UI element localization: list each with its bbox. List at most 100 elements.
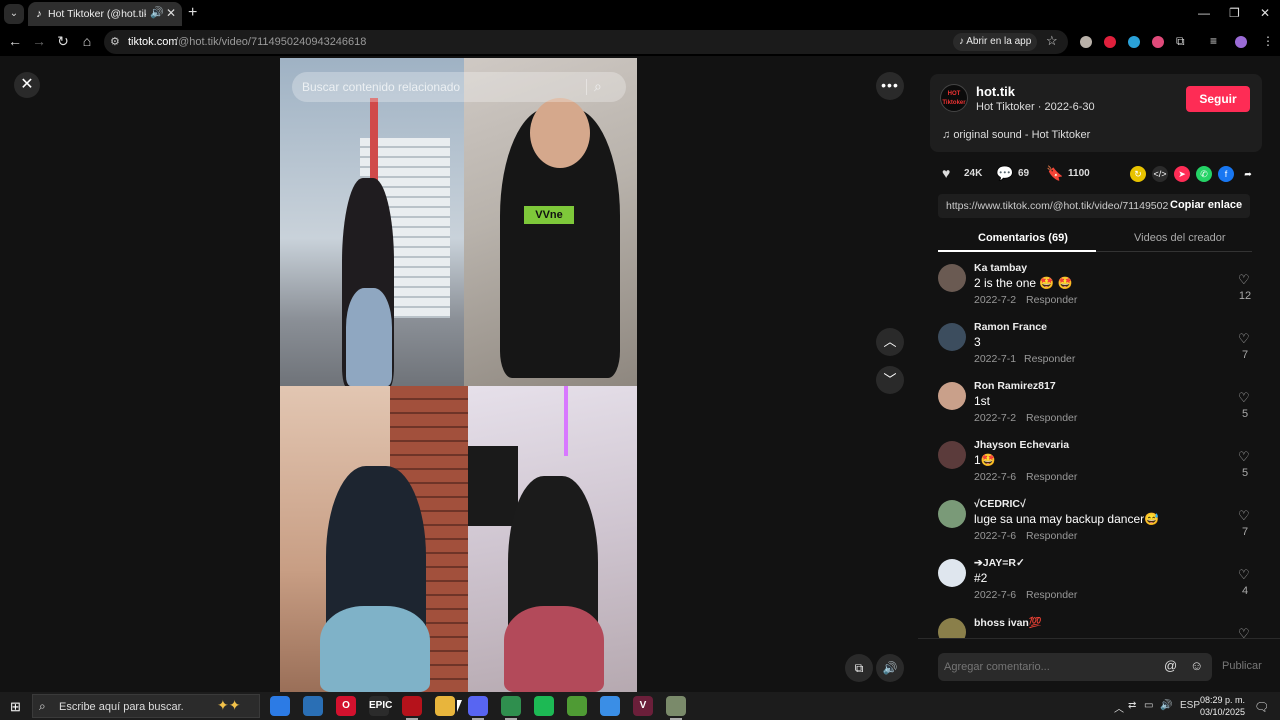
tab-search-button[interactable]: ⌄ — [4, 4, 24, 24]
reading-list-icon[interactable]: ≡ — [1210, 34, 1217, 48]
reply-button[interactable]: Responder — [1026, 471, 1077, 483]
extension-1-icon[interactable] — [1080, 36, 1092, 48]
epic-games-app-icon[interactable]: EPIC — [369, 696, 392, 716]
file-explorer-app-icon[interactable] — [435, 696, 455, 716]
vegas-app-icon[interactable]: V — [633, 696, 653, 716]
reply-button[interactable]: Responder — [1026, 530, 1077, 542]
publish-button[interactable]: Publicar — [1222, 660, 1262, 672]
more-options-button[interactable]: ••• — [876, 72, 904, 100]
commenter-name[interactable]: Ramon France — [974, 321, 1047, 333]
menu-kebab-icon[interactable]: ⋮ — [1262, 34, 1274, 48]
mention-at-icon[interactable]: @ — [1164, 658, 1177, 673]
commenter-name[interactable]: √CEDRIC√ — [974, 498, 1026, 510]
taskbar-search-box[interactable]: ⌕ Escribe aquí para buscar. ✦✦ — [32, 694, 260, 718]
site-info-icon[interactable]: ⚙ — [110, 35, 120, 48]
copilot-app-icon[interactable] — [270, 696, 290, 716]
commenter-name[interactable]: Ka tambay — [974, 262, 1027, 274]
tab-close-icon[interactable]: ✕ — [166, 6, 176, 20]
follow-button[interactable]: Seguir — [1186, 86, 1250, 112]
spotify-app-icon[interactable] — [534, 696, 554, 716]
photos-app-icon[interactable] — [666, 696, 686, 716]
extension-4-icon[interactable] — [1152, 36, 1164, 48]
messenger-app-icon[interactable] — [600, 696, 620, 716]
comment-bubble-icon[interactable]: 💬 — [996, 165, 1013, 182]
back-button[interactable]: ← — [6, 33, 24, 49]
chrome-app-icon[interactable] — [501, 696, 521, 716]
reply-button[interactable]: Responder — [1024, 353, 1075, 365]
repost-icon[interactable]: ↻ — [1130, 166, 1146, 182]
facebook-icon[interactable]: f — [1218, 166, 1234, 182]
commenter-name[interactable]: Ron Ramirez817 — [974, 380, 1056, 392]
monitor-icon[interactable]: ▭ — [1144, 700, 1153, 711]
send-to-friends-icon[interactable]: ➤ — [1174, 166, 1190, 182]
bookmark-icon[interactable]: 🔖 — [1046, 165, 1063, 182]
extensions-puzzle-icon[interactable]: ⧉ — [1176, 34, 1185, 49]
commenter-avatar[interactable] — [938, 264, 966, 292]
clock-date[interactable]: 03/10/2025 — [1200, 707, 1245, 717]
embed-code-icon[interactable]: </> — [1152, 166, 1168, 182]
profile-avatar[interactable] — [1235, 36, 1247, 48]
whatsapp-icon[interactable]: ✆ — [1196, 166, 1212, 182]
notifications-icon[interactable]: 🗨 — [1254, 700, 1269, 714]
tab-creator-videos[interactable]: Videos del creador — [1134, 232, 1226, 244]
tab-comments[interactable]: Comentarios (69) — [978, 232, 1068, 244]
extension-2-icon[interactable] — [1104, 36, 1116, 48]
comment-like-icon[interactable]: ♡ — [1238, 449, 1250, 465]
commenter-name[interactable]: bhoss ivan💯 — [974, 616, 1042, 629]
forward-button[interactable]: → — [30, 33, 48, 49]
opera-app-icon[interactable]: O — [336, 696, 356, 716]
restore-button[interactable]: ❐ — [1229, 6, 1240, 20]
comment-like-icon[interactable]: ♡ — [1238, 272, 1250, 288]
address-bar[interactable]: ⚙ tiktok.com /@hot.tik/video/71149502409… — [104, 30, 1068, 54]
reload-button[interactable]: ↻ — [54, 33, 72, 50]
bookmark-star-icon[interactable]: ☆ — [1046, 33, 1058, 49]
comment-like-icon[interactable]: ♡ — [1238, 331, 1250, 347]
commenter-avatar[interactable] — [938, 559, 966, 587]
network-transfer-icon[interactable]: ⇄ — [1128, 700, 1136, 711]
video-player[interactable]: VVne Buscar contenido relacionado ⌕ — [280, 58, 637, 692]
xsplit-app-icon[interactable] — [402, 696, 422, 716]
windows-start-icon[interactable]: ⊞ — [10, 699, 21, 715]
comments-list[interactable]: Ka tambay 2 is the one 🤩 🤩 2022-7-2 Resp… — [918, 262, 1280, 638]
clock-time[interactable]: 08:29 p. m. — [1200, 695, 1245, 705]
copy-link-button[interactable]: Copiar enlace — [1170, 199, 1242, 211]
comment-like-icon[interactable]: ♡ — [1238, 567, 1250, 583]
author-avatar[interactable]: HOT Tiktoker — [940, 84, 968, 112]
minimize-button[interactable]: — — [1198, 6, 1210, 20]
close-window-button[interactable]: ✕ — [1260, 6, 1270, 20]
commenter-name[interactable]: Jhayson Echevaria — [974, 439, 1069, 451]
emoji-icon[interactable]: ☺ — [1190, 658, 1203, 673]
audio-playing-icon[interactable]: 🔊 — [150, 6, 164, 19]
show-hidden-icons[interactable]: ︿ — [1114, 700, 1124, 715]
previous-video-button[interactable]: ︿ — [876, 328, 904, 356]
minecraft-app-icon[interactable] — [567, 696, 587, 716]
floating-player-button[interactable]: ⧉ — [845, 654, 873, 682]
heart-icon[interactable]: ♥ — [942, 165, 950, 181]
related-search-bar[interactable]: Buscar contenido relacionado ⌕ — [292, 72, 626, 102]
language-indicator[interactable]: ESP — [1180, 700, 1200, 711]
comment-like-icon[interactable]: ♡ — [1238, 626, 1250, 638]
music-link[interactable]: ♫ original sound - Hot Tiktoker — [942, 129, 1090, 141]
open-in-app-button[interactable]: ♪ Abrir en la app — [953, 33, 1038, 51]
commenter-avatar[interactable] — [938, 500, 966, 528]
commenter-avatar[interactable] — [938, 382, 966, 410]
video-link-text[interactable]: https://www.tiktok.com/@hot.tik/video/71… — [946, 200, 1168, 212]
home-button[interactable]: ⌂ — [78, 33, 96, 49]
speaker-icon[interactable]: 🔊 — [1160, 700, 1172, 711]
extension-3-icon[interactable] — [1128, 36, 1140, 48]
comment-like-icon[interactable]: ♡ — [1238, 390, 1250, 406]
commenter-avatar[interactable] — [938, 441, 966, 469]
discord-app-icon[interactable] — [468, 696, 488, 716]
comment-like-icon[interactable]: ♡ — [1238, 508, 1250, 524]
author-username[interactable]: hot.tik — [976, 84, 1015, 99]
search-icon[interactable]: ⌕ — [594, 78, 602, 95]
reply-button[interactable]: Responder — [1026, 589, 1077, 601]
share-arrow-icon[interactable]: ➦ — [1240, 166, 1256, 182]
close-video-button[interactable]: ✕ — [14, 72, 40, 98]
new-tab-button[interactable]: + — [188, 4, 197, 22]
commenter-avatar[interactable] — [938, 618, 966, 638]
commenter-avatar[interactable] — [938, 323, 966, 351]
commenter-name[interactable]: ➔JAY=R✓ — [974, 557, 1025, 569]
reply-button[interactable]: Responder — [1026, 294, 1077, 306]
browser-tab[interactable]: ♪ Hot Tiktoker (@hot.tik) | Tik 🔊 ✕ — [28, 2, 182, 26]
